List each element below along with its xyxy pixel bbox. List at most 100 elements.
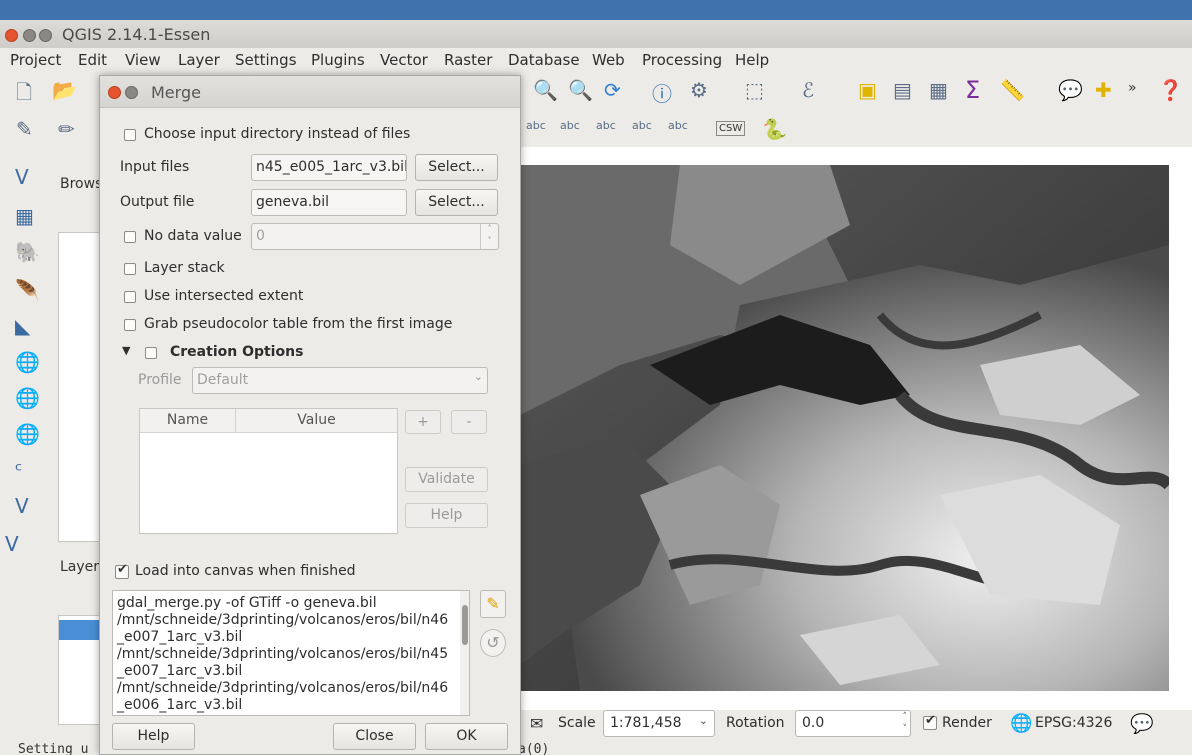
map-tips-icon[interactable]: 💬 bbox=[1058, 78, 1083, 102]
close-button[interactable]: Close bbox=[333, 723, 416, 750]
menu-raster[interactable]: Raster bbox=[444, 51, 492, 69]
reset-command-icon[interactable]: ↺ bbox=[480, 629, 506, 657]
scrollbar-thumb[interactable] bbox=[462, 605, 468, 645]
add-postgis-layer-icon[interactable]: 🐘 bbox=[15, 240, 40, 264]
layers-tree[interactable] bbox=[58, 615, 101, 725]
messages-icon[interactable]: ✉ bbox=[530, 714, 543, 733]
add-raster-layer-icon[interactable]: ▦ bbox=[15, 204, 34, 228]
add-delimited-text-icon[interactable]: ᶜ bbox=[15, 458, 22, 482]
load-canvas-label: Load into canvas when finished bbox=[135, 563, 356, 579]
output-file-field[interactable]: geneva.bil bbox=[251, 189, 407, 216]
table-header-value[interactable]: Value bbox=[236, 409, 397, 433]
menu-settings[interactable]: Settings bbox=[235, 51, 297, 69]
add-option-button[interactable]: + bbox=[405, 410, 441, 434]
pencil-icon[interactable]: ✏ bbox=[58, 117, 75, 141]
menu-processing[interactable]: Processing bbox=[642, 51, 722, 69]
open-project-icon[interactable]: 📂 bbox=[52, 78, 77, 102]
menu-layer[interactable]: Layer bbox=[178, 51, 220, 69]
new-bookmark-icon[interactable]: ✚ bbox=[1095, 78, 1112, 102]
intersected-extent-checkbox[interactable] bbox=[124, 291, 136, 303]
menu-project[interactable]: Project bbox=[10, 51, 61, 69]
input-select-button[interactable]: Select... bbox=[415, 154, 498, 181]
expression-select-icon[interactable]: ℰ bbox=[802, 78, 814, 102]
rotation-spinbox[interactable]: 0.0 ˄ ˅ bbox=[795, 710, 911, 737]
digitize-icon[interactable]: ✎ bbox=[16, 117, 33, 141]
dialog-close-icon[interactable] bbox=[108, 86, 121, 99]
map-canvas[interactable] bbox=[520, 165, 1169, 691]
edit-command-icon[interactable]: ✎ bbox=[480, 590, 506, 618]
window-maximize-button[interactable] bbox=[39, 29, 52, 42]
add-spatialite-layer-icon[interactable]: 🪶 bbox=[15, 278, 40, 302]
python-console-icon[interactable]: 🐍 bbox=[762, 117, 787, 141]
options-help-button[interactable]: Help bbox=[405, 503, 488, 528]
menu-edit[interactable]: Edit bbox=[78, 51, 107, 69]
spin-arrows-icon: ˄ ˅ bbox=[902, 712, 908, 734]
menu-database[interactable]: Database bbox=[508, 51, 580, 69]
toolbar-overflow-icon[interactable]: » bbox=[1128, 80, 1137, 96]
remove-option-button[interactable]: - bbox=[451, 410, 487, 434]
add-wfs-layer-icon[interactable]: 🌐 bbox=[15, 422, 40, 446]
scale-label: Scale bbox=[558, 715, 596, 731]
new-project-icon[interactable]: 🗋 bbox=[16, 78, 32, 112]
menu-view[interactable]: View bbox=[125, 51, 161, 69]
add-vector-layer-icon[interactable]: V bbox=[15, 165, 29, 189]
table-header-name[interactable]: Name bbox=[140, 409, 236, 433]
label-tool-2-icon[interactable]: abc bbox=[560, 119, 580, 132]
menu-web[interactable]: Web bbox=[592, 51, 625, 69]
field-calculator-icon[interactable]: ▦ bbox=[929, 78, 948, 102]
csw-icon[interactable]: CSW bbox=[716, 121, 746, 136]
zoom-layer-icon[interactable]: 🔍 bbox=[568, 78, 593, 102]
command-line: /mnt/schneide/3dprinting/volcanos/eros/b… bbox=[117, 646, 449, 662]
load-canvas-checkbox[interactable] bbox=[115, 562, 129, 579]
whats-this-icon[interactable]: ❓ bbox=[1158, 78, 1183, 102]
command-preview[interactable]: gdal_merge.py -of GTiff -o geneva.bil /m… bbox=[112, 590, 470, 716]
label-tool-1-icon[interactable]: abc bbox=[526, 119, 546, 132]
scale-combo[interactable]: 1:781,458 ⌄ bbox=[603, 710, 715, 737]
window-close-button[interactable] bbox=[5, 29, 18, 42]
measure-icon[interactable]: 📏 bbox=[1000, 78, 1025, 102]
selected-layer-row[interactable] bbox=[59, 620, 101, 640]
select-features-icon[interactable]: ⬚ bbox=[745, 78, 764, 102]
zoom-selection-icon[interactable]: 🔍 bbox=[533, 78, 558, 102]
ok-button[interactable]: OK bbox=[425, 723, 508, 750]
no-data-spinbox[interactable]: 0 ˄ ˅ bbox=[251, 223, 499, 250]
profile-combo[interactable]: Default ⌄ bbox=[192, 367, 488, 394]
menu-plugins[interactable]: Plugins bbox=[311, 51, 365, 69]
statistics-icon[interactable]: Σ bbox=[965, 76, 980, 104]
dialog-maximize-icon[interactable] bbox=[125, 86, 138, 99]
add-mssql-layer-icon[interactable]: ◣ bbox=[15, 314, 30, 338]
new-layer-icon[interactable]: V bbox=[5, 532, 19, 556]
attribute-table-icon[interactable]: ▤ bbox=[893, 78, 912, 102]
add-wcs-layer-icon[interactable]: 🌐 bbox=[15, 386, 40, 410]
crs-globe-icon[interactable]: 🌐 bbox=[1010, 713, 1032, 734]
deselect-icon[interactable]: ▣ bbox=[858, 78, 877, 102]
expand-triangle-icon[interactable]: ▼ bbox=[122, 344, 130, 357]
messages-log-icon[interactable]: 💬 bbox=[1130, 712, 1154, 735]
help-button[interactable]: Help bbox=[112, 723, 195, 750]
render-checkbox[interactable] bbox=[923, 713, 937, 730]
add-wms-layer-icon[interactable]: 🌐 bbox=[15, 350, 40, 374]
label-tool-3-icon[interactable]: abc bbox=[596, 119, 616, 132]
output-select-button[interactable]: Select... bbox=[415, 189, 498, 216]
identify-icon[interactable]: ⓘ bbox=[652, 78, 672, 107]
menu-help[interactable]: Help bbox=[735, 51, 769, 69]
menu-vector[interactable]: Vector bbox=[380, 51, 428, 69]
creation-options-table[interactable]: Name Value bbox=[139, 408, 398, 534]
window-minimize-button[interactable] bbox=[23, 29, 36, 42]
crs-label[interactable]: EPSG:4326 bbox=[1035, 715, 1112, 731]
command-scrollbar[interactable] bbox=[460, 591, 469, 715]
pseudocolor-checkbox[interactable] bbox=[124, 319, 136, 331]
browser-tree[interactable] bbox=[58, 232, 100, 542]
layer-stack-checkbox[interactable] bbox=[124, 263, 136, 275]
refresh-icon[interactable]: ⟳ bbox=[604, 78, 621, 102]
choose-dir-checkbox[interactable] bbox=[124, 129, 136, 141]
validate-button[interactable]: Validate bbox=[405, 467, 488, 492]
choose-dir-label: Choose input directory instead of files bbox=[144, 126, 411, 142]
add-virtual-layer-icon[interactable]: V bbox=[15, 494, 29, 518]
label-tool-5-icon[interactable]: abc bbox=[668, 119, 688, 132]
input-files-field[interactable]: n45_e005_1arc_v3.bil bbox=[251, 154, 407, 181]
creation-options-checkbox[interactable] bbox=[145, 347, 157, 359]
action-icon[interactable]: ⚙ bbox=[690, 78, 708, 102]
label-tool-4-icon[interactable]: abc bbox=[632, 119, 652, 132]
no-data-checkbox[interactable] bbox=[124, 231, 136, 243]
